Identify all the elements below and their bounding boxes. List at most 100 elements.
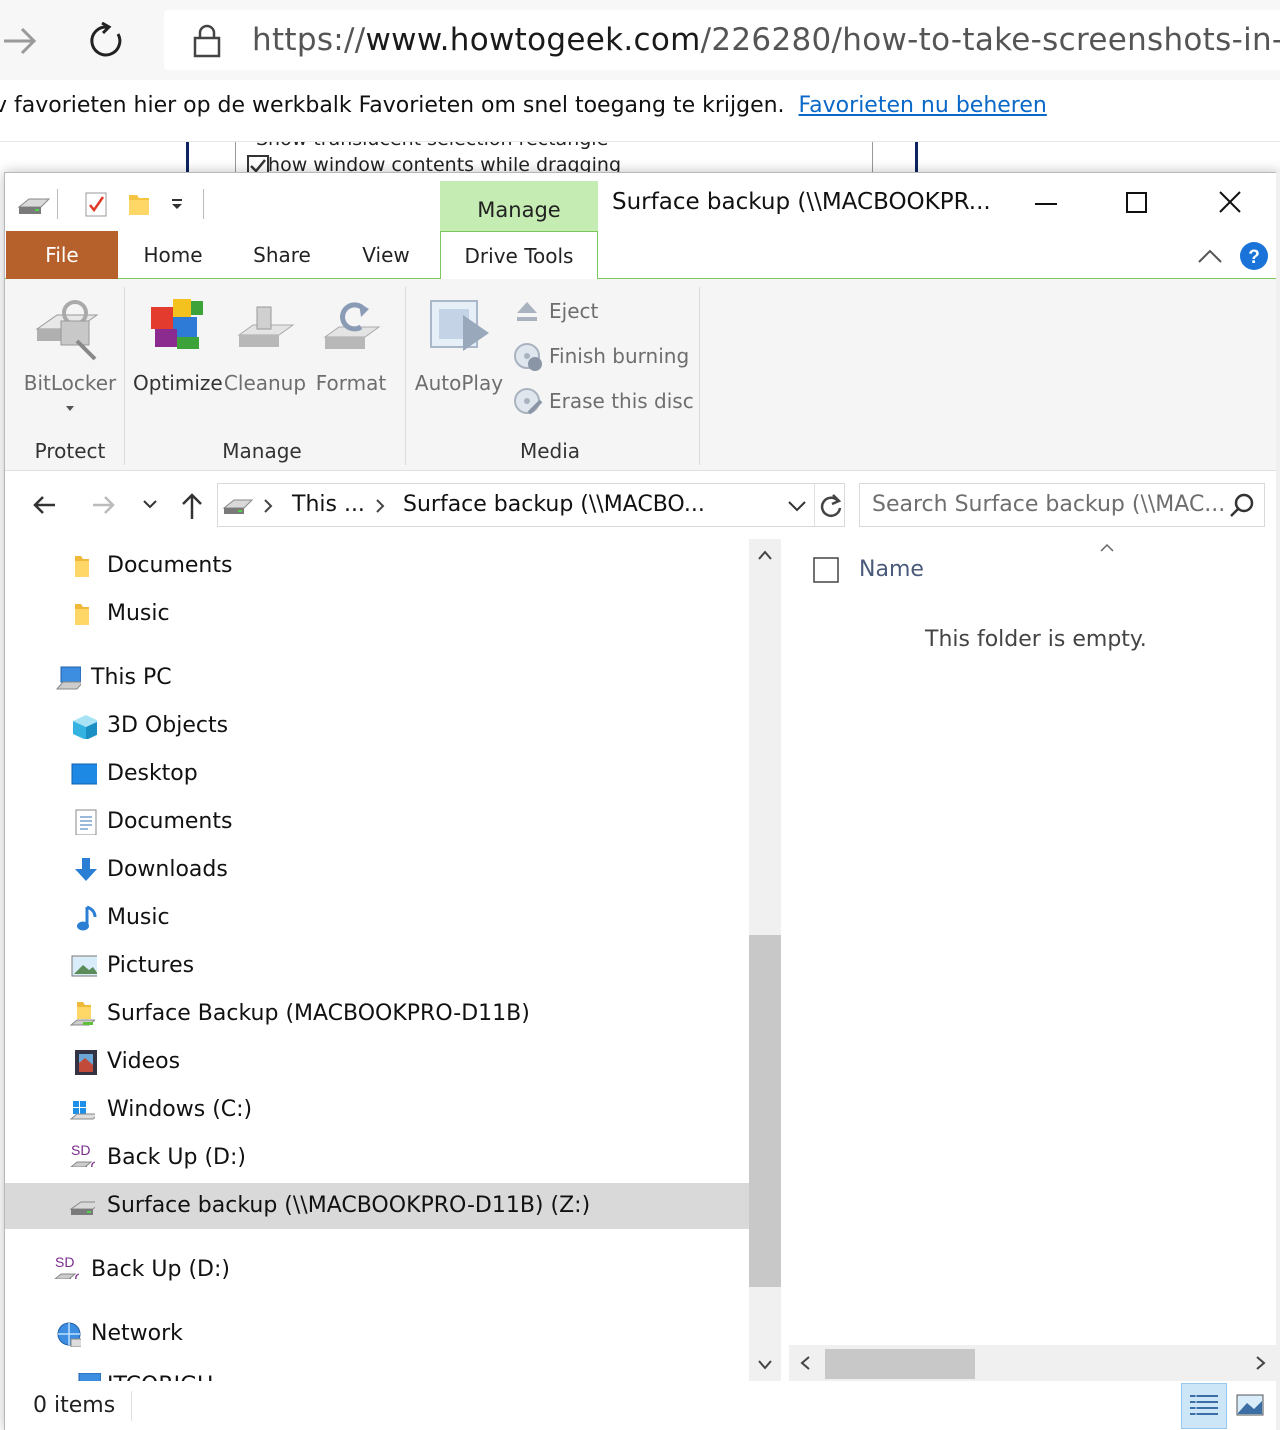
maximize-icon (1126, 192, 1147, 213)
optimize-button[interactable]: Optimize (133, 287, 223, 407)
navigation-bar: This ... Surface backup (\\MACBO... Sear… (5, 471, 1280, 537)
customize-qat-icon[interactable] (169, 197, 185, 213)
nav-item-documents[interactable]: Documents (5, 543, 749, 589)
nav-item-surface-backup-share[interactable]: Surface Backup (MACBOOKPRO-D11B) (5, 991, 749, 1037)
scroll-up-icon[interactable] (757, 549, 773, 563)
nav-item-3d-objects[interactable]: 3D Objects (5, 703, 749, 749)
scrollbar-thumb[interactable] (749, 935, 781, 1287)
nav-item-music[interactable]: Music (5, 591, 749, 637)
large-icons-view-button[interactable] (1227, 1383, 1273, 1429)
status-divider (131, 1391, 132, 1421)
url-text: https://www.howtogeek.com/226280/how-to-… (252, 22, 1280, 58)
back-icon[interactable] (31, 493, 59, 517)
context-tab-manage[interactable]: Manage (440, 181, 598, 231)
cleanup-button[interactable]: Cleanup (223, 287, 307, 407)
download-icon (75, 858, 97, 881)
cube-icon (73, 715, 97, 739)
recent-locations-icon[interactable] (141, 497, 159, 513)
collapse-ribbon-icon[interactable] (1195, 245, 1225, 267)
close-icon (1219, 191, 1241, 213)
tab-home[interactable]: Home (137, 231, 209, 279)
nav-item-network[interactable]: Network (5, 1311, 749, 1357)
tab-file[interactable]: File (6, 231, 118, 279)
tab-share[interactable]: Share (245, 231, 319, 279)
nav-item-backup-d[interactable]: SD XC Back Up (D:) (5, 1135, 749, 1181)
up-icon[interactable] (179, 491, 205, 521)
nav-item-windows-c[interactable]: Windows (C:) (5, 1087, 749, 1133)
qat-separator (203, 189, 204, 219)
autoplay-icon (430, 300, 489, 351)
network-folder-icon (69, 1002, 95, 1026)
format-icon (323, 302, 381, 349)
sort-ascending-icon (1100, 543, 1114, 552)
format-button[interactable]: Format (311, 287, 391, 407)
chevron-down-icon[interactable] (786, 498, 808, 514)
nav-item-music[interactable]: Music (5, 895, 749, 941)
minimize-button[interactable] (1015, 183, 1075, 227)
help-icon[interactable]: ? (1239, 241, 1269, 271)
forward-icon[interactable] (0, 22, 40, 60)
bitlocker-icon (35, 300, 99, 361)
network-icon (57, 1322, 81, 1347)
svg-text:SD: SD (71, 1142, 90, 1158)
address-bar[interactable]: https://www.howtogeek.com/226280/how-to-… (164, 10, 1280, 70)
minimize-icon (1035, 203, 1057, 205)
sd-card-icon: SD XC (70, 1142, 95, 1167)
nav-item-desktop[interactable]: Desktop (5, 751, 749, 797)
chevron-right-icon[interactable] (374, 498, 386, 514)
browser-toolbar: https://www.howtogeek.com/226280/how-to-… (0, 0, 1280, 80)
new-folder-icon[interactable] (125, 191, 153, 217)
nav-item-pictures[interactable]: Pictures (5, 943, 749, 989)
tab-view[interactable]: View (353, 231, 419, 279)
breadcrumb-this-pc[interactable]: This ... (292, 492, 365, 517)
drive-icon (17, 198, 51, 214)
qat-separator (57, 189, 58, 219)
maximize-button[interactable] (1107, 183, 1167, 227)
search-placeholder: Search Surface backup (\\MAC... (872, 492, 1226, 517)
refresh-icon[interactable] (88, 22, 126, 60)
finish-burning-button[interactable]: Finish burning (511, 338, 691, 376)
nav-item-itcorigu[interactable]: ITCORIGU (5, 1359, 749, 1381)
item-count: 0 items (33, 1393, 116, 1418)
address-box[interactable]: This ... Surface backup (\\MACBO... (217, 483, 845, 527)
group-media: Media (519, 439, 581, 463)
scrollbar-thumb[interactable] (825, 1349, 975, 1379)
column-header-name[interactable]: Name (859, 557, 924, 582)
details-view-button[interactable] (1181, 1383, 1227, 1429)
nav-item-surface-backup-z[interactable]: Surface backup (\\MACBOOKPRO-D11B) (Z:) (5, 1183, 749, 1229)
vertical-scrollbar[interactable] (749, 539, 781, 1381)
status-bar: 0 items (5, 1381, 1280, 1430)
nav-item-backup-d-root[interactable]: SD XC Back Up (D:) (5, 1247, 749, 1293)
horizontal-scrollbar[interactable] (789, 1345, 1277, 1381)
ribbon-separator (405, 287, 406, 465)
drive-icon (222, 499, 254, 514)
group-protect: Protect (34, 439, 106, 463)
breadcrumb-current[interactable]: Surface backup (\\MACBO... (403, 492, 705, 517)
eject-button[interactable]: Eject (511, 293, 691, 331)
svg-text:?: ? (1248, 247, 1260, 268)
nav-item-documents[interactable]: Documents (5, 799, 749, 845)
chevron-right-icon[interactable] (262, 498, 274, 514)
finish-burning-icon (514, 343, 542, 371)
select-all-checkbox[interactable] (811, 555, 841, 585)
bitlocker-button[interactable]: BitLocker (19, 287, 121, 427)
search-input[interactable]: Search Surface backup (\\MAC... (859, 483, 1265, 527)
scroll-left-icon[interactable] (799, 1355, 813, 1371)
properties-icon[interactable] (83, 189, 109, 219)
nav-item-this-pc[interactable]: This PC (5, 655, 749, 701)
forward-icon[interactable] (89, 493, 117, 517)
erase-disc-button[interactable]: Erase this disc (511, 383, 694, 421)
close-button[interactable] (1199, 183, 1259, 227)
nav-item-downloads[interactable]: Downloads (5, 847, 749, 893)
optimize-label: Optimize (133, 371, 223, 395)
tab-drive-tools[interactable]: Drive Tools (440, 231, 598, 280)
nav-item-videos[interactable]: Videos (5, 1039, 749, 1085)
autoplay-button[interactable]: AutoPlay (413, 287, 505, 407)
search-icon[interactable] (1228, 492, 1256, 520)
manage-favorites-link[interactable]: Favorieten nu beheren (799, 93, 1047, 118)
refresh-icon[interactable] (818, 492, 844, 520)
scroll-right-icon[interactable] (1253, 1355, 1267, 1371)
scroll-down-icon[interactable] (757, 1357, 773, 1371)
address-divider (814, 484, 815, 526)
computer-icon (78, 1373, 101, 1381)
